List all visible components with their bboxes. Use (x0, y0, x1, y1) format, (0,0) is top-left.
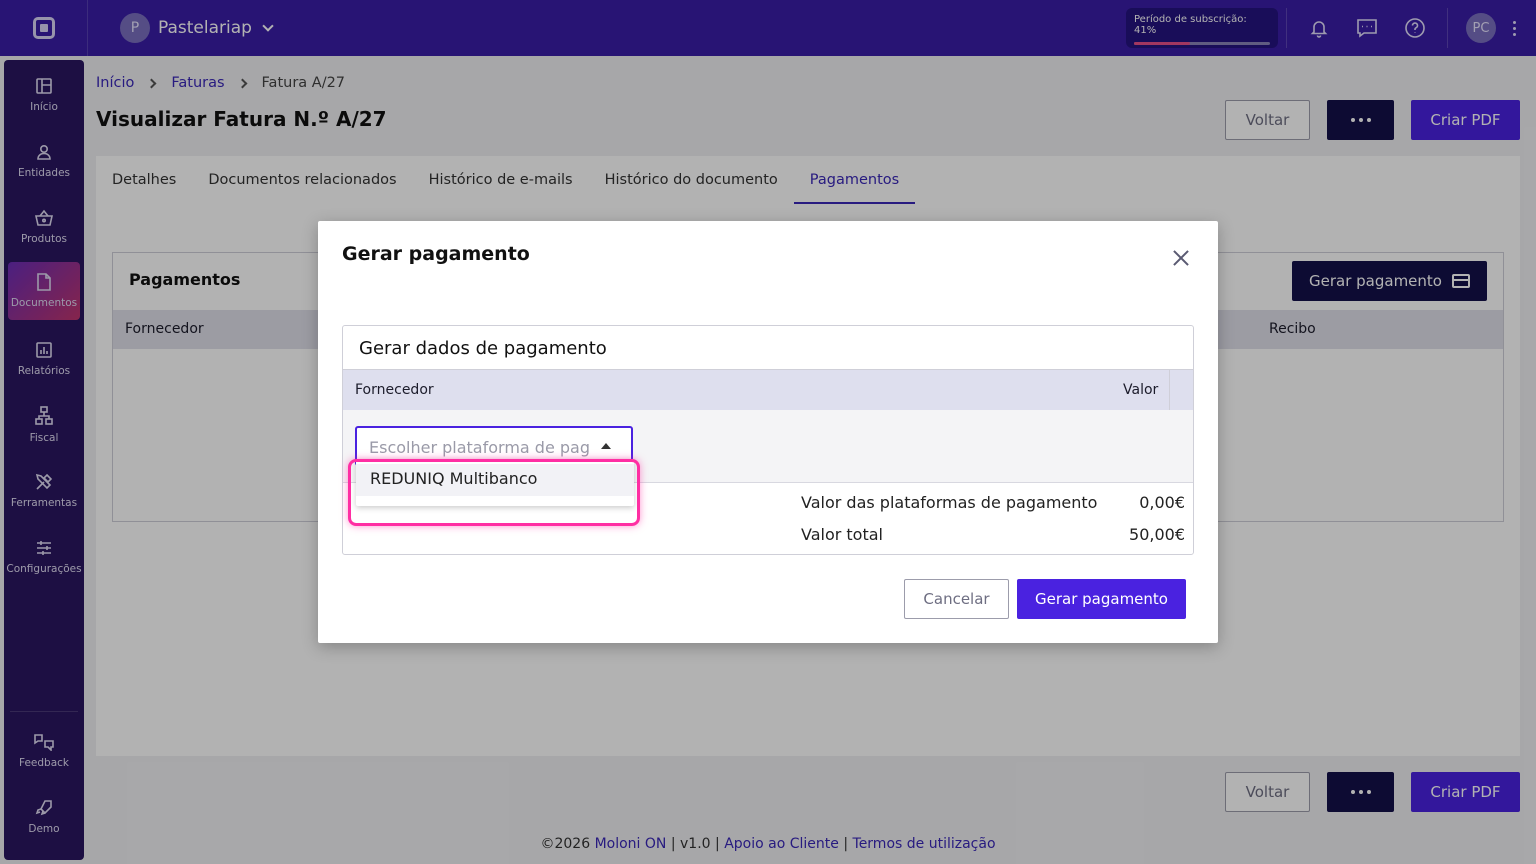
cancel-button[interactable]: Cancelar (904, 579, 1009, 619)
select-placeholder: Escolher plataforma de pagamento (369, 438, 591, 457)
platforms-value: 0,00€ (1139, 493, 1185, 512)
confirm-generate-payment-button[interactable]: Gerar pagamento (1017, 579, 1186, 619)
column-header-supplier: Fornecedor (355, 382, 434, 398)
section-title: Gerar dados de pagamento (359, 338, 607, 359)
column-header-value: Valor (1123, 382, 1159, 398)
scrollbar-gutter (1169, 370, 1193, 411)
platforms-value-label: Valor das plataformas de pagamento (801, 493, 1098, 512)
total-value-label: Valor total (801, 525, 883, 544)
generate-payment-modal: Gerar pagamento Gerar dados de pagamento… (318, 221, 1218, 643)
close-icon[interactable] (1170, 247, 1192, 269)
modal-title: Gerar pagamento (342, 243, 530, 265)
highlight-annotation (348, 459, 640, 526)
total-value: 50,00€ (1129, 525, 1185, 544)
caret-up-icon (601, 443, 611, 449)
payment-table-header: Fornecedor Valor (343, 369, 1193, 411)
